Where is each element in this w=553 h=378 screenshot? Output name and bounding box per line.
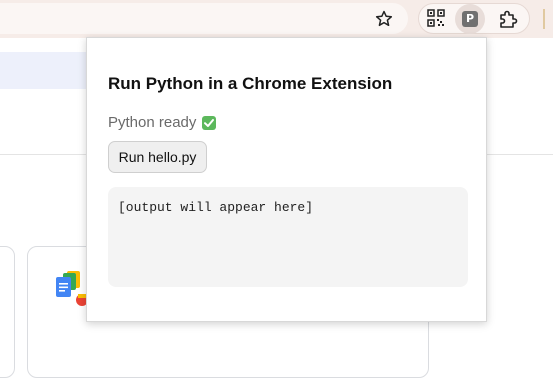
qr-code-icon[interactable] (427, 9, 445, 27)
toolbar-divider (543, 9, 545, 29)
puzzle-icon[interactable] (497, 8, 519, 30)
extension-popup: Run Python in a Chrome Extension Python … (86, 37, 487, 322)
status-text: Python ready (108, 114, 197, 131)
check-icon (202, 115, 217, 130)
output-area: [output will appear here] (108, 187, 468, 287)
status-line: Python ready (108, 114, 217, 131)
google-workspace-apps-icon (54, 270, 88, 306)
run-hello-py-button[interactable]: Run hello.py (108, 141, 207, 173)
browser-toolbar: P (0, 0, 553, 38)
python-extension-button[interactable]: P (455, 4, 485, 34)
page-header-strip (0, 52, 100, 89)
content-card[interactable] (0, 246, 15, 378)
popup-title: Run Python in a Chrome Extension (108, 74, 393, 93)
star-icon[interactable] (374, 9, 394, 29)
address-bar[interactable] (0, 3, 408, 34)
python-extension-icon: P (462, 11, 478, 27)
